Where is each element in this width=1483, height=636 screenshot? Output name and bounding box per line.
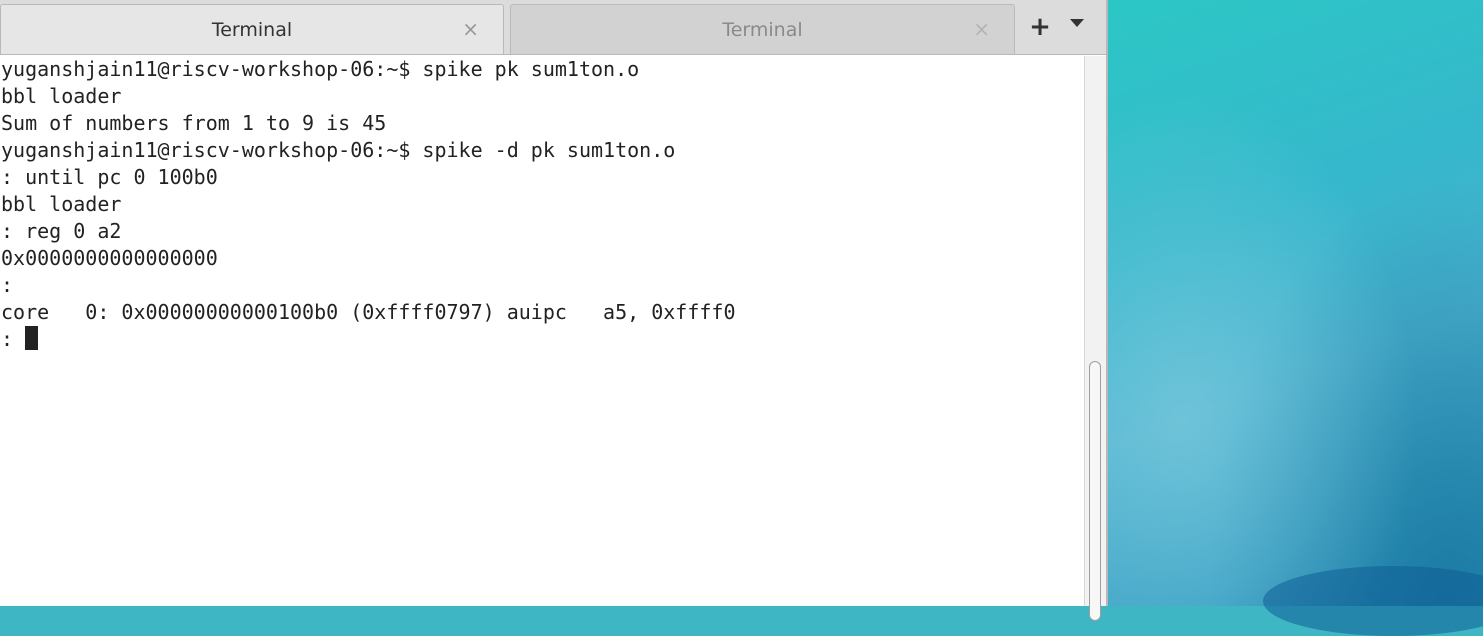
terminal-output[interactable]: yuganshjain11@riscv-workshop-06:~$ spike… (0, 56, 1084, 606)
tab-bar: Terminal × Terminal × + (0, 0, 1106, 55)
terminal-window: Terminal × Terminal × + yuganshjain11@ri… (0, 0, 1108, 621)
prompt-line[interactable]: : (0, 326, 1084, 353)
tab-label: Terminal (722, 18, 803, 41)
terminal-line: yuganshjain11@riscv-workshop-06:~$ spike… (1, 57, 640, 81)
terminal-line: : until pc 0 100b0 (1, 165, 218, 189)
terminal-line: : (1, 273, 14, 297)
close-icon[interactable]: × (973, 17, 990, 41)
scrollbar[interactable] (1084, 56, 1106, 621)
terminal-line: core 0: 0x00000000000100b0 (0xffff0797) … (1, 300, 736, 324)
new-tab-button[interactable]: + (1026, 13, 1054, 41)
chevron-down-icon[interactable] (1070, 19, 1084, 27)
terminal-line: 0x0000000000000000 (1, 246, 218, 270)
text-cursor (25, 326, 39, 350)
tab-terminal-1[interactable]: Terminal × (0, 4, 504, 54)
tab-terminal-2[interactable]: Terminal × (510, 4, 1015, 54)
wallpaper-swoosh (1263, 566, 1483, 636)
terminal-line: yuganshjain11@riscv-workshop-06:~$ spike… (1, 138, 676, 162)
terminal-line: bbl loader (1, 84, 122, 108)
terminal-line: Sum of numbers from 1 to 9 is 45 (1, 111, 387, 135)
terminal-line: : reg 0 a2 (1, 219, 122, 243)
tab-label: Terminal (211, 18, 293, 41)
scrollbar-thumb[interactable] (1089, 361, 1101, 621)
terminal-line: bbl loader (1, 192, 122, 216)
prompt: : (1, 327, 26, 351)
close-icon[interactable]: × (462, 17, 479, 41)
desktop-wallpaper (1108, 0, 1483, 636)
